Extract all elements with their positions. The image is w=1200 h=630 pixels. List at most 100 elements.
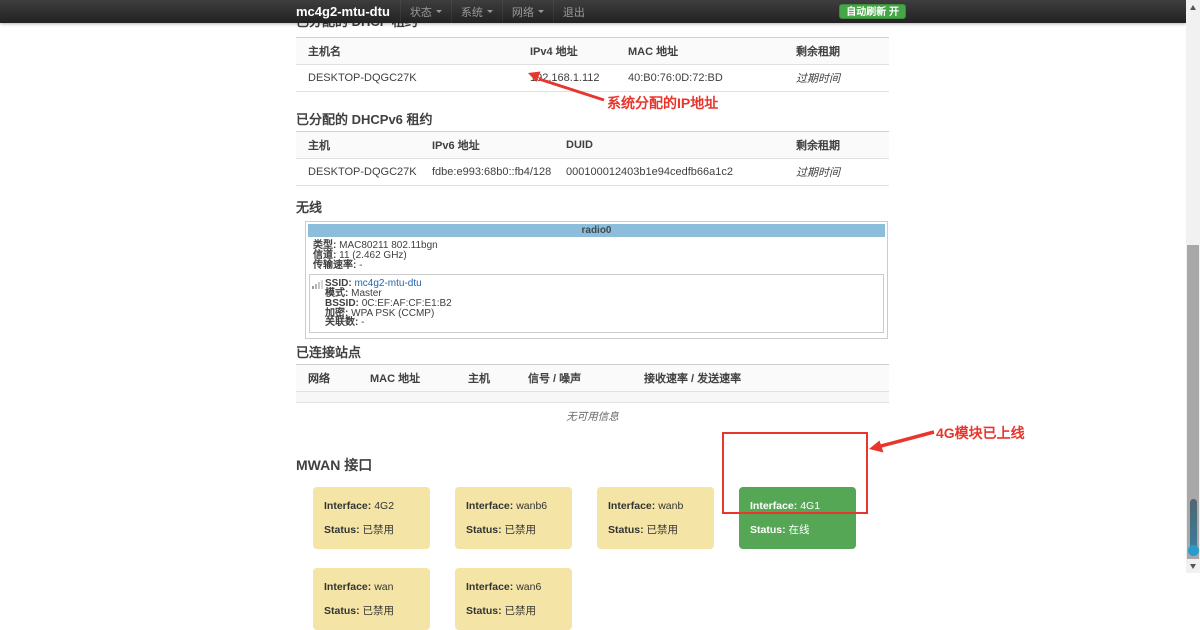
col-lease-remaining: 剩余租期 bbox=[784, 131, 889, 159]
interface-label: Interface: bbox=[324, 580, 372, 593]
col-lease-remaining: 剩余租期 bbox=[784, 37, 889, 65]
dhcp-leases-table: 主机名 IPv4 地址 MAC 地址 剩余租期 DESKTOP-DQGC27K … bbox=[296, 37, 889, 92]
col-network: 网络 bbox=[296, 363, 358, 392]
table-row: DESKTOP-DQGC27K fdbe:e993:68b0::fb4/128 … bbox=[296, 158, 889, 186]
interface-value: 4G2 bbox=[374, 499, 395, 512]
card-interface-line: Interface: wan bbox=[324, 580, 424, 593]
card-status-line: Status: 已禁用 bbox=[324, 604, 424, 617]
col-host: 主机 bbox=[456, 363, 516, 392]
mwan-card-wan: Interface: wan Status: 已禁用 bbox=[313, 567, 430, 630]
brand-link[interactable]: mc4g2-mtu-dtu bbox=[296, 4, 390, 19]
section-title-dhcpv6-leases: 已分配的 DHCPv6 租约 bbox=[296, 112, 433, 127]
cell-ipv6: fdbe:e993:68b0::fb4/128 bbox=[420, 158, 554, 186]
col-signal-noise: 信号 / 噪声 bbox=[516, 363, 632, 392]
annotation-highlight-box bbox=[722, 432, 868, 514]
associations-label: 关联数: bbox=[325, 317, 359, 329]
ssid-box: SSID: mc4g2-mtu-dtu 模式: Master BSSID: 0C… bbox=[309, 274, 884, 333]
col-mac: MAC 地址 bbox=[616, 37, 784, 65]
col-hostname: 主机名 bbox=[296, 37, 518, 65]
card-status-line: Status: 已禁用 bbox=[466, 523, 566, 536]
scroll-position-indicator bbox=[1189, 499, 1197, 549]
card-interface-line: Interface: wan6 bbox=[466, 580, 566, 593]
radio-bitrate-label: 传输速率: bbox=[313, 259, 357, 271]
mwan-card-wan6: Interface: wan6 Status: 已禁用 bbox=[455, 567, 572, 630]
associations-line: 关联数: - bbox=[325, 318, 879, 328]
chevron-down-icon bbox=[486, 10, 493, 13]
status-label: Status: bbox=[608, 523, 644, 536]
dhcpv6-header-row: 主机 IPv6 地址 DUID 剩余租期 bbox=[296, 131, 889, 159]
dhcp-header-row: 主机名 IPv4 地址 MAC 地址 剩余租期 bbox=[296, 37, 889, 65]
cell-mac: 40:B0:76:0D:72:BD bbox=[616, 64, 784, 92]
col-ipv6: IPv6 地址 bbox=[420, 131, 554, 159]
card-interface-line: Interface: wanb bbox=[608, 499, 708, 512]
top-navbar: mc4g2-mtu-dtu 状态 系统 网络 退出 自动刷新 开 bbox=[0, 0, 1186, 23]
menu-network[interactable]: 网络 bbox=[501, 0, 553, 23]
interface-label: Interface: bbox=[608, 499, 656, 512]
cell-ipv4: 192.168.1.112 bbox=[518, 64, 616, 92]
status-label: Status: bbox=[324, 523, 360, 536]
section-title-stations: 已连接站点 bbox=[296, 344, 362, 360]
menu-network-label: 网络 bbox=[511, 6, 534, 19]
status-value: 已禁用 bbox=[646, 523, 679, 536]
vertical-scrollbar[interactable] bbox=[1186, 0, 1200, 573]
annotation-ip-note: 系统分配的IP地址 bbox=[607, 95, 719, 111]
cell-duid: 000100012403b1e94cedfb66a1c2 bbox=[554, 158, 784, 186]
interface-value: wan bbox=[374, 580, 394, 593]
status-label: Status: bbox=[324, 604, 360, 617]
radio-info: 类型: MAC80211 802.11bgn 信道: 11 (2.462 GHz… bbox=[306, 239, 887, 272]
status-value: 已禁用 bbox=[504, 604, 537, 617]
menu-status-label: 状态 bbox=[409, 6, 432, 19]
col-host: 主机 bbox=[296, 131, 420, 159]
radio-header-bar: radio0 bbox=[308, 224, 885, 237]
status-label: Status: bbox=[466, 523, 502, 536]
col-mac: MAC 地址 bbox=[358, 363, 456, 392]
annotation-4g-note: 4G模块已上线 bbox=[936, 425, 1025, 441]
menu-logout[interactable]: 退出 bbox=[552, 0, 594, 23]
mwan-card-4g2: Interface: 4G2 Status: 已禁用 bbox=[313, 486, 430, 549]
stations-header-row: 网络 MAC 地址 主机 信号 / 噪声 接收速率 / 发送速率 bbox=[296, 363, 889, 392]
card-status-line: Status: 在线 bbox=[750, 523, 850, 536]
menu-status[interactable]: 状态 bbox=[399, 0, 451, 23]
chevron-down-icon bbox=[537, 10, 544, 13]
associations-value: - bbox=[361, 317, 365, 329]
chevron-down-icon bbox=[435, 10, 442, 13]
cell-lease-remaining: 过期时间 bbox=[784, 158, 889, 186]
col-duid: DUID bbox=[554, 131, 784, 159]
scroll-up-button[interactable] bbox=[1186, 0, 1200, 14]
mwan-card-wanb: Interface: wanb Status: 已禁用 bbox=[597, 486, 714, 549]
no-info-message: 无可用信息 bbox=[566, 410, 619, 423]
status-label: Status: bbox=[466, 604, 502, 617]
ssid-line: SSID: mc4g2-mtu-dtu bbox=[325, 279, 879, 289]
col-ipv4: IPv4 地址 bbox=[518, 37, 616, 65]
scroll-down-button[interactable] bbox=[1186, 559, 1200, 573]
scroll-indicator-dot bbox=[1187, 545, 1199, 556]
dhcpv6-leases-table: 主机 IPv6 地址 DUID 剩余租期 DESKTOP-DQGC27K fdb… bbox=[296, 131, 889, 186]
table-row: DESKTOP-DQGC27K 192.168.1.112 40:B0:76:0… bbox=[296, 64, 889, 92]
card-status-line: Status: 已禁用 bbox=[466, 604, 566, 617]
menu-logout-label: 退出 bbox=[562, 6, 585, 19]
interface-label: Interface: bbox=[466, 499, 514, 512]
interface-value: wanb6 bbox=[516, 499, 548, 512]
interface-label: Interface: bbox=[466, 580, 514, 593]
menu-system[interactable]: 系统 bbox=[450, 0, 502, 23]
card-status-line: Status: 已禁用 bbox=[608, 523, 708, 536]
cell-hostname: DESKTOP-DQGC27K bbox=[296, 64, 518, 92]
section-title-wireless: 无线 bbox=[296, 200, 323, 215]
auto-refresh-toggle[interactable]: 自动刷新 开 bbox=[839, 4, 906, 19]
triangle-up-icon bbox=[1190, 4, 1196, 10]
mwan-card-row-2: Interface: wan Status: 已禁用 Interface: wa… bbox=[313, 567, 889, 630]
status-value: 在线 bbox=[788, 523, 810, 536]
interface-value: wanb bbox=[658, 499, 684, 512]
wireless-radio-box: radio0 类型: MAC80211 802.11bgn 信道: 11 (2.… bbox=[305, 221, 888, 339]
status-value: 已禁用 bbox=[504, 523, 537, 536]
page-content: 已分配的 DHCP 租约 主机名 IPv4 地址 MAC 地址 剩余租期 DES… bbox=[296, 0, 889, 630]
menu-system-label: 系统 bbox=[460, 6, 483, 19]
wifi-signal-icon bbox=[312, 279, 324, 292]
radio-bitrate: 传输速率: - bbox=[313, 259, 887, 271]
interface-label: Interface: bbox=[324, 499, 372, 512]
cell-lease-remaining: 过期时间 bbox=[784, 64, 889, 92]
empty-row bbox=[296, 391, 889, 403]
mwan-card-wanb6: Interface: wanb6 Status: 已禁用 bbox=[455, 486, 572, 549]
triangle-down-icon bbox=[1190, 563, 1196, 569]
card-interface-line: Interface: 4G2 bbox=[324, 499, 424, 512]
